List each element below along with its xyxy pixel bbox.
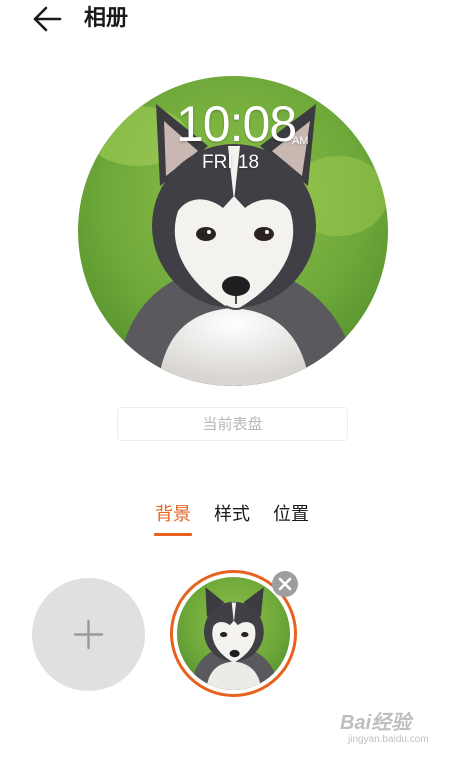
tab-position[interactable]: 位置 bbox=[273, 502, 309, 528]
add-photo-button[interactable] bbox=[32, 578, 145, 691]
remove-photo-button[interactable] bbox=[272, 571, 298, 597]
tab-bar: 背景 样式 位置 bbox=[0, 500, 461, 540]
baidu-jingyan-watermark: Bai经验 jingyan.baidu.com bbox=[340, 706, 450, 754]
tab-background[interactable]: 背景 bbox=[155, 502, 191, 528]
active-tab-indicator bbox=[154, 533, 192, 536]
top-bar: 相册 bbox=[0, 0, 461, 40]
back-button[interactable] bbox=[30, 4, 64, 34]
page-title: 相册 bbox=[84, 6, 129, 31]
watch-face-preview: 10:08 AM FRI 18 bbox=[78, 76, 388, 386]
tab-style[interactable]: 样式 bbox=[214, 502, 250, 528]
arrow-left-icon bbox=[33, 6, 62, 32]
watermark-brand: Bai经验 bbox=[340, 712, 412, 734]
close-icon bbox=[278, 577, 292, 591]
watermark-url: jingyan.baidu.com bbox=[348, 734, 429, 745]
husky-photo bbox=[78, 76, 388, 386]
plus-icon bbox=[73, 619, 104, 650]
current-face-label: 当前表盘 bbox=[117, 407, 348, 441]
